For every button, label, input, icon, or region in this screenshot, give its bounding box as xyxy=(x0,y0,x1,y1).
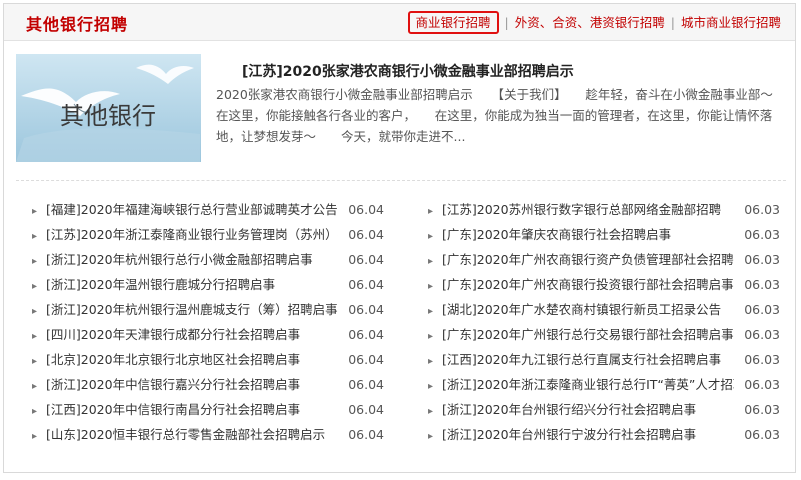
news-link[interactable]: [四川]2020年天津银行成都分行社会招聘启事 xyxy=(46,327,338,343)
bullet-arrow-icon: ▸ xyxy=(32,406,38,417)
news-date: 06.03 xyxy=(744,277,780,292)
news-link[interactable]: [江西]2020年中信银行南昌分行社会招聘启事 xyxy=(46,402,338,418)
news-date: 06.03 xyxy=(744,402,780,417)
news-link[interactable]: [江西]2020年九江银行总行直属支行社会招聘启事 xyxy=(442,352,734,368)
list-item: ▸ [浙江]2020年浙江泰隆商业银行总行IT“菁英”人才招聘 06.03 xyxy=(428,377,780,402)
news-date: 06.03 xyxy=(744,227,780,242)
list-item: ▸ [浙江]2020年台州银行宁波分行社会招聘启事 06.03 xyxy=(428,427,780,452)
news-date: 06.04 xyxy=(348,402,384,417)
news-date: 06.04 xyxy=(348,252,384,267)
news-date: 06.03 xyxy=(744,377,780,392)
news-link[interactable]: [浙江]2020年台州银行绍兴分行社会招聘启事 xyxy=(442,402,734,418)
news-date: 06.04 xyxy=(348,352,384,367)
news-link[interactable]: [浙江]2020年台州银行宁波分行社会招聘启事 xyxy=(442,427,734,443)
news-link[interactable]: [广东]2020年肇庆农商银行社会招聘启事 xyxy=(442,227,734,243)
list-item: ▸ [浙江]2020年中信银行嘉兴分行社会招聘启事 06.04 xyxy=(32,377,384,402)
bullet-arrow-icon: ▸ xyxy=(428,381,434,392)
list-item: ▸ [浙江]2020年温州银行鹿城分行招聘启事 06.04 xyxy=(32,277,384,302)
bullet-arrow-icon: ▸ xyxy=(32,381,38,392)
panel-header: 其他银行招聘 商业银行招聘 | 外资、合资、港资银行招聘 | 城市商业银行招聘 xyxy=(4,4,795,41)
news-link[interactable]: [江苏]2020年浙江泰隆商业银行业务管理岗（苏州）招聘 xyxy=(46,227,338,243)
tab-separator: | xyxy=(504,15,509,30)
news-link[interactable]: [山东]2020恒丰银行总行零售金融部社会招聘启示 xyxy=(46,427,338,443)
feature-image-text: 其他银行 xyxy=(60,102,156,130)
bullet-arrow-icon: ▸ xyxy=(428,406,434,417)
bullet-arrow-icon: ▸ xyxy=(428,431,434,442)
tab-foreign-joint-hk-banks[interactable]: 外资、合资、港资银行招聘 xyxy=(515,15,665,30)
news-date: 06.03 xyxy=(744,252,780,267)
news-date: 06.04 xyxy=(348,302,384,317)
bullet-arrow-icon: ▸ xyxy=(32,306,38,317)
feature-description: 2020张家港农商银行小微金融事业部招聘启示 【关于我们】 趁年轻，奋斗在小微金… xyxy=(216,87,798,144)
seagull-banner-image: 其他银行 xyxy=(16,54,201,162)
news-list-left: ▸ [福建]2020年福建海峡银行总行营业部诚聘英才公告 06.04 ▸ [江苏]20… xyxy=(32,202,384,452)
bullet-arrow-icon: ▸ xyxy=(32,256,38,267)
bullet-arrow-icon: ▸ xyxy=(32,231,38,242)
list-item: ▸ [浙江]2020年杭州银行温州鹿城支行（筹）招聘启事 06.04 xyxy=(32,302,384,327)
tab-commercial-banks[interactable]: 商业银行招聘 xyxy=(407,11,499,34)
bullet-arrow-icon: ▸ xyxy=(428,256,434,267)
bullet-arrow-icon: ▸ xyxy=(32,281,38,292)
tab-city-commercial-banks[interactable]: 城市商业银行招聘 xyxy=(681,15,781,30)
news-link[interactable]: [广东]2020年广州农商银行投资银行部社会招聘启事 xyxy=(442,277,734,293)
news-date: 06.03 xyxy=(744,202,780,217)
category-tabs: 商业银行招聘 | 外资、合资、港资银行招聘 | 城市商业银行招聘 xyxy=(407,11,781,34)
news-date: 06.04 xyxy=(348,377,384,392)
news-link[interactable]: [北京]2020年北京银行北京地区社会招聘启事 xyxy=(46,352,338,368)
list-item: ▸ [四川]2020年天津银行成都分行社会招聘启事 06.04 xyxy=(32,327,384,352)
list-item: ▸ [浙江]2020年杭州银行总行小微金融部招聘启事 06.04 xyxy=(32,252,384,277)
news-link[interactable]: [浙江]2020年温州银行鹿城分行招聘启事 xyxy=(46,277,338,293)
news-date: 06.03 xyxy=(744,352,780,367)
list-item: ▸ [江西]2020年中信银行南昌分行社会招聘启事 06.04 xyxy=(32,402,384,427)
bullet-arrow-icon: ▸ xyxy=(428,231,434,242)
news-link[interactable]: [福建]2020年福建海峡银行总行营业部诚聘英才公告 xyxy=(46,202,338,218)
other-banks-panel: 其他银行招聘 商业银行招聘 | 外资、合资、港资银行招聘 | 城市商业银行招聘 其他银行… xyxy=(3,3,798,473)
list-item: ▸ [湖北]2020年广水楚农商村镇银行新员工招录公告 06.03 xyxy=(428,302,780,327)
section-divider xyxy=(16,180,786,181)
bullet-arrow-icon: ▸ xyxy=(32,431,38,442)
bullet-arrow-icon: ▸ xyxy=(428,281,434,292)
news-link[interactable]: [广东]2020年广州农商银行资产负债管理部社会招聘 xyxy=(442,252,734,268)
list-item: ▸ [广东]2020年肇庆农商银行社会招聘启事 06.03 xyxy=(428,227,780,252)
bullet-arrow-icon: ▸ xyxy=(428,206,434,217)
news-date: 06.04 xyxy=(348,227,384,242)
news-link[interactable]: [浙江]2020年杭州银行总行小微金融部招聘启事 xyxy=(46,252,338,268)
tab-separator: | xyxy=(670,15,675,30)
list-item: ▸ [江苏]2020年浙江泰隆商业银行业务管理岗（苏州）招聘 06.04 xyxy=(32,227,384,252)
news-date: 06.03 xyxy=(744,427,780,442)
list-item: ▸ [广东]2020年广州农商银行资产负债管理部社会招聘 06.03 xyxy=(428,252,780,277)
news-link[interactable]: [浙江]2020年中信银行嘉兴分行社会招聘启事 xyxy=(46,377,338,393)
bullet-arrow-icon: ▸ xyxy=(428,331,434,342)
news-date: 06.04 xyxy=(348,202,384,217)
news-link[interactable]: [浙江]2020年杭州银行温州鹿城支行（筹）招聘启事 xyxy=(46,302,338,318)
feature-title-link[interactable]: [江苏]2020张家港农商银行小微金融事业部招聘启示 xyxy=(242,61,574,81)
list-item: ▸ [江西]2020年九江银行总行直属支行社会招聘启事 06.03 xyxy=(428,352,780,377)
panel-title: 其他银行招聘 xyxy=(26,15,129,34)
bullet-arrow-icon: ▸ xyxy=(428,356,434,367)
list-item: ▸ [福建]2020年福建海峡银行总行营业部诚聘英才公告 06.04 xyxy=(32,202,384,227)
bullet-arrow-icon: ▸ xyxy=(32,331,38,342)
news-date: 06.04 xyxy=(348,277,384,292)
bullet-arrow-icon: ▸ xyxy=(32,356,38,367)
news-list-right: ▸ [江苏]2020苏州银行数字银行总部网络金融部招聘 06.03 ▸ [广东]202… xyxy=(428,202,780,452)
list-item: ▸ [山东]2020恒丰银行总行零售金融部社会招聘启示 06.04 xyxy=(32,427,384,452)
news-date: 06.04 xyxy=(348,427,384,442)
news-link[interactable]: [湖北]2020年广水楚农商村镇银行新员工招录公告 xyxy=(442,302,734,318)
news-link[interactable]: [江苏]2020苏州银行数字银行总部网络金融部招聘 xyxy=(442,202,734,218)
list-item: ▸ [江苏]2020苏州银行数字银行总部网络金融部招聘 06.03 xyxy=(428,202,780,227)
bullet-arrow-icon: ▸ xyxy=(32,206,38,217)
feature-image[interactable]: 其他银行 xyxy=(16,54,201,162)
news-date: 06.03 xyxy=(744,302,780,317)
list-item: ▸ [浙江]2020年台州银行绍兴分行社会招聘启事 06.03 xyxy=(428,402,780,427)
news-date: 06.03 xyxy=(744,327,780,342)
bullet-arrow-icon: ▸ xyxy=(428,306,434,317)
list-item: ▸ [北京]2020年北京银行北京地区社会招聘启事 06.04 xyxy=(32,352,384,377)
news-link[interactable]: [浙江]2020年浙江泰隆商业银行总行IT“菁英”人才招聘 xyxy=(442,377,734,393)
list-item: ▸ [广东]2020年广州农商银行投资银行部社会招聘启事 06.03 xyxy=(428,277,780,302)
news-link[interactable]: [广东]2020年广州银行总行交易银行部社会招聘启事 xyxy=(442,327,734,343)
list-item: ▸ [广东]2020年广州银行总行交易银行部社会招聘启事 06.03 xyxy=(428,327,780,352)
news-date: 06.04 xyxy=(348,327,384,342)
